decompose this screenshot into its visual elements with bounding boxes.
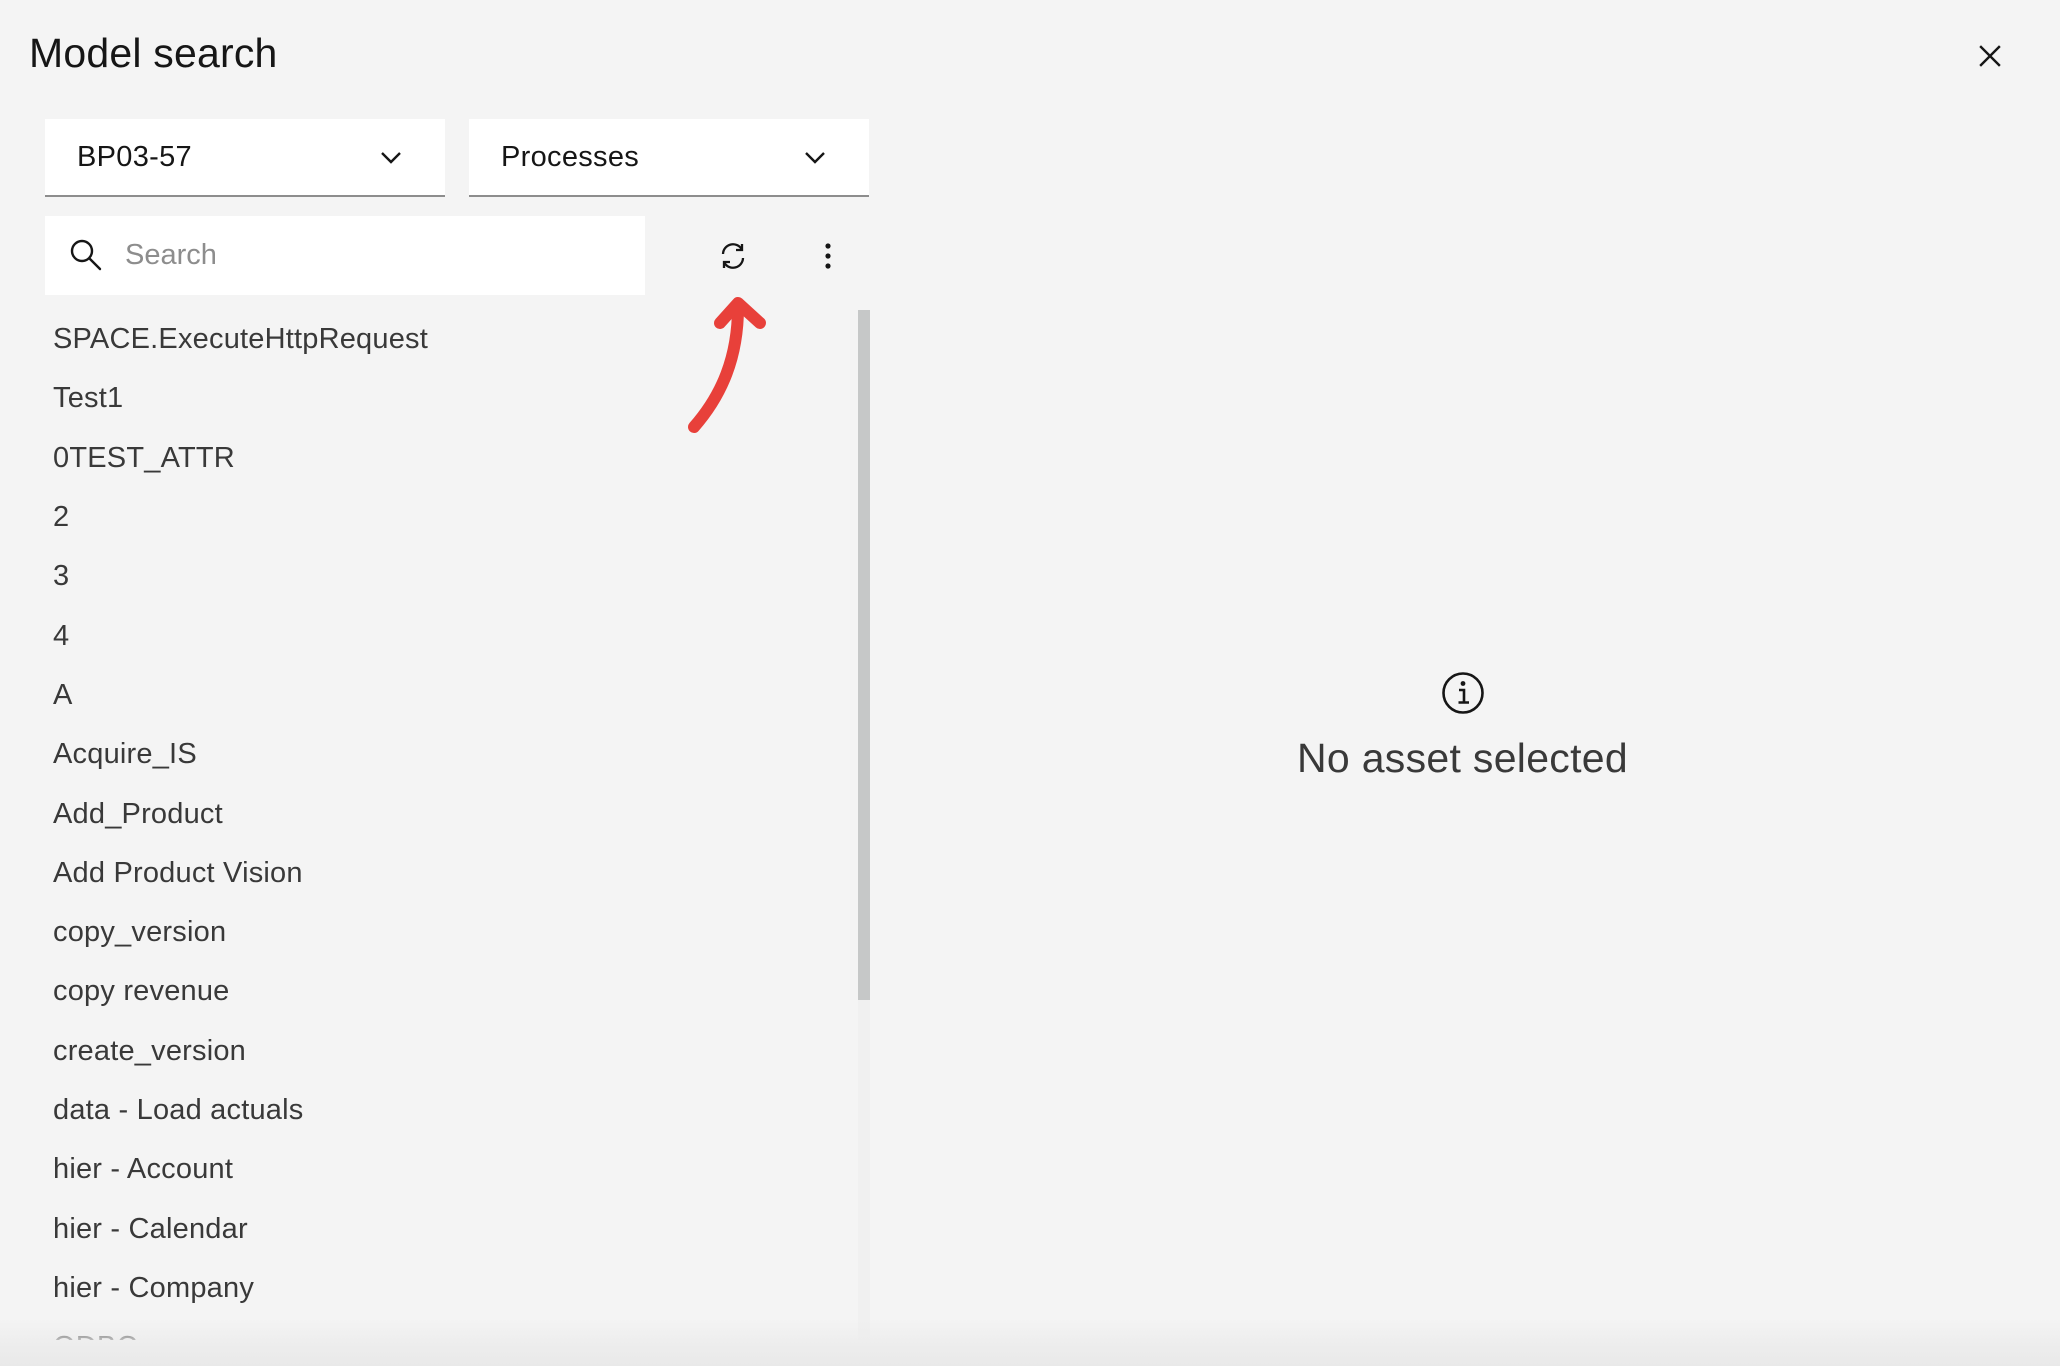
modal-title: Model search — [29, 30, 278, 76]
list-item[interactable]: 0TEST_ATTR — [45, 429, 870, 488]
overflow-menu-button[interactable] — [798, 226, 858, 286]
chevron-down-icon — [805, 152, 825, 164]
type-dropdown[interactable]: Processes — [469, 119, 869, 197]
list-item[interactable]: data - Load actuals — [45, 1081, 870, 1140]
scrollbar-thumb[interactable] — [858, 310, 870, 1000]
refresh-icon — [721, 243, 745, 269]
model-dropdown[interactable]: BP03-57 — [45, 119, 445, 197]
list-item[interactable]: hier - Account — [45, 1140, 870, 1199]
list-item[interactable]: copy revenue — [45, 962, 870, 1021]
list-item[interactable]: 2 — [45, 488, 870, 547]
empty-state-message: No asset selected — [1297, 735, 1628, 781]
list-item[interactable]: hier - Company — [45, 1259, 870, 1318]
search-input[interactable] — [125, 216, 625, 295]
process-list-container[interactable]: SPACE.ExecuteHttpRequest Test1 0TEST_ATTR 2… — [45, 310, 870, 1340]
list-item[interactable]: Acquire_IS — [45, 725, 870, 784]
overflow-menu-vertical-icon — [825, 243, 831, 269]
model-search-modal: Model search BP03-57 Processes Search SP… — [0, 0, 2060, 1366]
model-dropdown-value: BP03-57 — [77, 140, 192, 173]
type-dropdown-value: Processes — [501, 140, 640, 173]
refresh-button[interactable] — [703, 226, 763, 286]
close-icon — [1979, 45, 2001, 67]
close-button[interactable] — [1970, 36, 2010, 76]
list-item[interactable]: 4 — [45, 606, 870, 665]
list-item[interactable]: Test1 — [45, 369, 870, 428]
scrollbar-track[interactable] — [858, 310, 870, 1340]
list-item[interactable]: 3 — [45, 547, 870, 606]
list-item[interactable]: Add Product Vision — [45, 844, 870, 903]
list-item[interactable]: copy_version — [45, 903, 870, 962]
list-item[interactable]: hier - Calendar — [45, 1199, 870, 1258]
process-list: SPACE.ExecuteHttpRequest Test1 0TEST_ATTR 2… — [45, 310, 870, 1340]
chevron-down-icon — [381, 152, 401, 164]
list-item[interactable]: A — [45, 666, 870, 725]
search-icon — [70, 239, 102, 271]
list-item[interactable]: create_version — [45, 1022, 870, 1081]
list-item[interactable]: ODBC — [45, 1318, 870, 1340]
empty-state: No asset selected — [1200, 670, 1725, 782]
list-item[interactable]: SPACE.ExecuteHttpRequest — [45, 310, 870, 369]
list-item[interactable]: Add_Product — [45, 784, 870, 843]
information-icon — [1441, 672, 1484, 714]
search-field[interactable] — [45, 216, 645, 295]
